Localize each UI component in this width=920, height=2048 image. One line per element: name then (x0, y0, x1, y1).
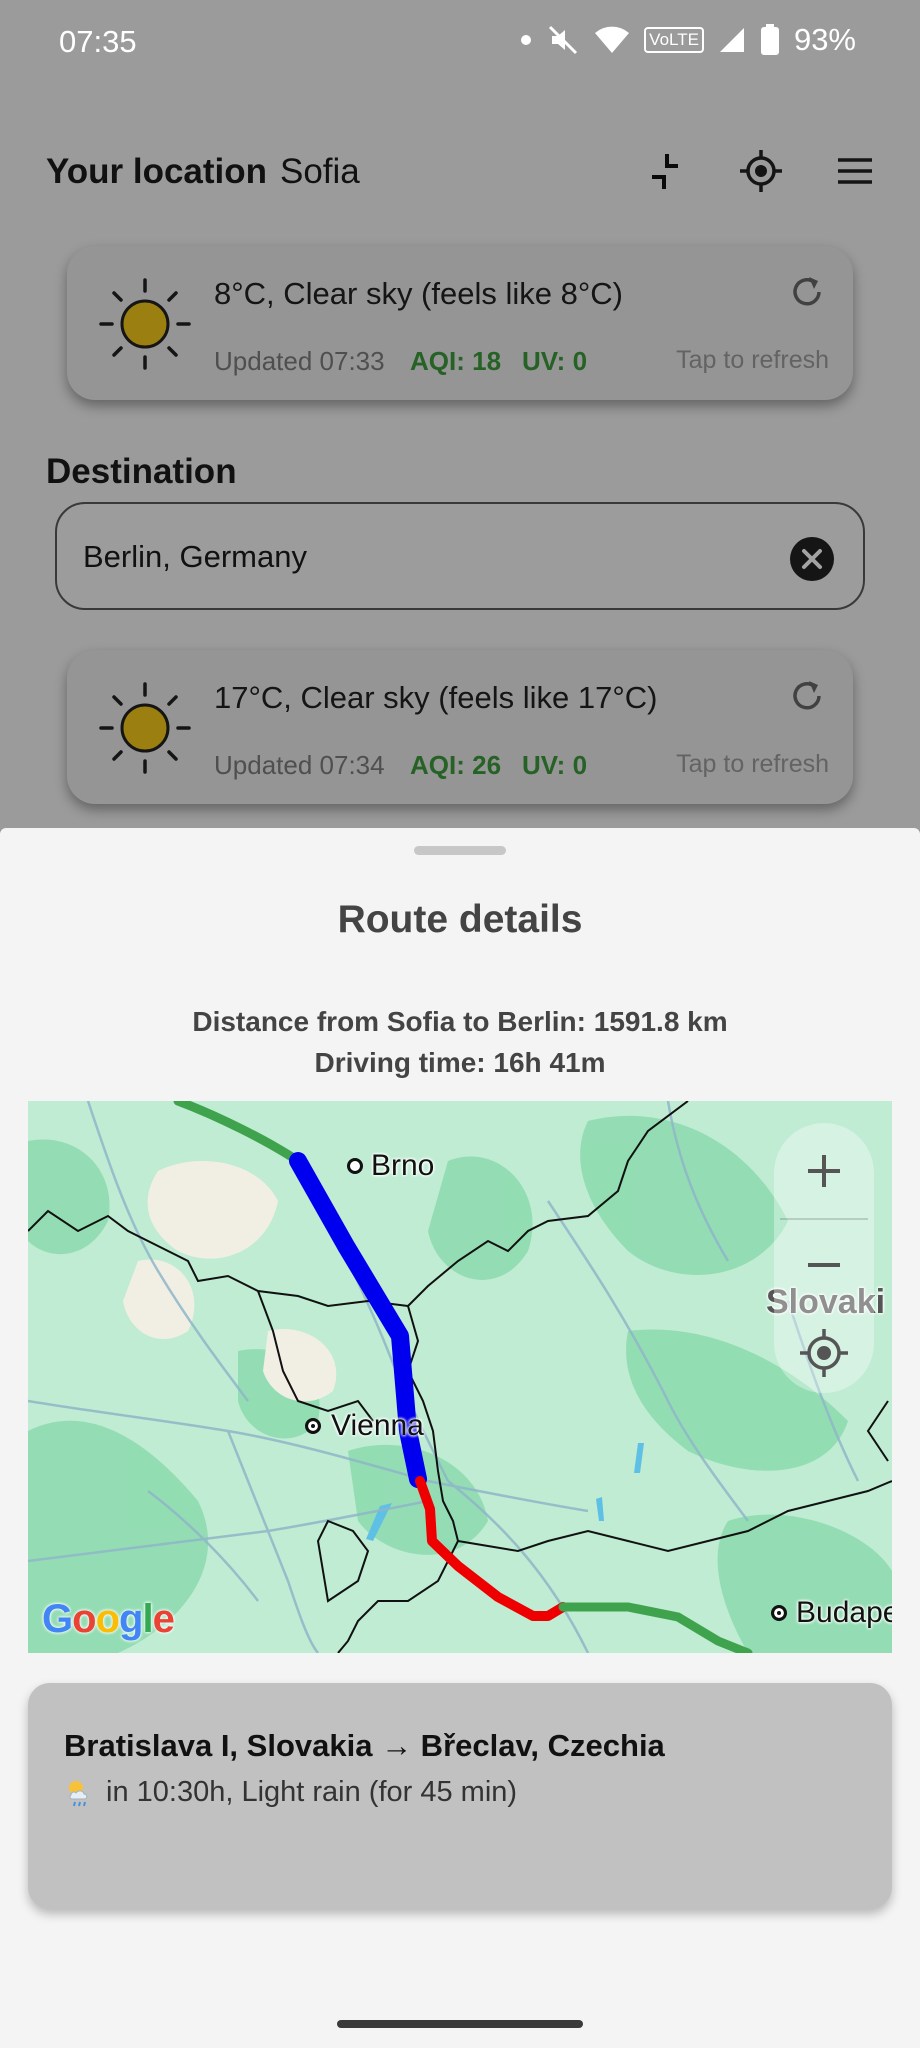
uv-value: UV: 0 (522, 750, 588, 780)
map-label-budapest: Budape (796, 1596, 892, 1629)
segment-route: Bratislava I, Slovakia → Břeclav, Czechi… (64, 1728, 665, 1763)
uv-value: UV: 0 (522, 346, 588, 376)
your-location-label: Your location (46, 152, 268, 191)
signal-icon (719, 28, 744, 52)
main-screen: Your location Sofia 8°C, Clear sky (feel… (0, 0, 920, 830)
clock: 07:35 (59, 24, 137, 59)
map-canvas[interactable] (28, 1101, 892, 1653)
vienna-marker (305, 1418, 321, 1434)
wifi-icon (595, 26, 630, 53)
budapest-marker (771, 1605, 787, 1621)
menu-icon[interactable] (830, 146, 880, 196)
destination-input[interactable]: Berlin, Germany (55, 502, 865, 610)
tap-to-refresh-hint: Tap to refresh (676, 346, 829, 374)
clear-sky-icon (99, 682, 191, 774)
status-bar: 07:35 VoLTE 93% (0, 0, 920, 84)
brno-marker (347, 1158, 363, 1174)
route-segment-card[interactable]: Bratislava I, Slovakia → Břeclav, Czechi… (28, 1683, 892, 1909)
updated-time: Updated 07:34 (214, 750, 385, 780)
location-header: Your location Sofia (46, 146, 876, 196)
notification-dot-icon (521, 35, 532, 45)
locate-icon[interactable] (736, 146, 786, 196)
weather-condition: 17°C, Clear sky (feels like 17°C) (214, 680, 658, 715)
google-logo[interactable]: Google (42, 1597, 175, 1642)
mute-icon (549, 25, 578, 55)
forecast-text: in 10:30h, Light rain (for 45 min) (106, 1776, 518, 1808)
map-controls (774, 1123, 874, 1393)
zoom-divider (780, 1218, 868, 1220)
refresh-icon[interactable] (787, 676, 827, 716)
tap-to-refresh-hint: Tap to refresh (676, 750, 829, 778)
aqi-value: AQI: 26 (410, 750, 502, 780)
gesture-nav-bar[interactable] (337, 2020, 583, 2028)
my-location-button[interactable] (794, 1323, 854, 1383)
zoom-out-button[interactable] (794, 1233, 854, 1293)
updated-time: Updated 07:33 (214, 346, 385, 376)
refresh-icon[interactable] (787, 272, 827, 312)
collapse-icon[interactable] (640, 146, 690, 196)
origin-weather-card[interactable]: 8°C, Clear sky (feels like 8°C) Updated … (67, 246, 853, 400)
driving-time: Driving time: 16h 41m (314, 1047, 606, 1078)
aqi-value: AQI: 18 (410, 346, 502, 376)
route-map[interactable]: Brno Vienna Slovaki Budape Google (28, 1101, 892, 1653)
zoom-in-button[interactable] (794, 1141, 854, 1201)
clear-sky-icon (99, 278, 191, 370)
current-city: Sofia (280, 152, 360, 191)
destination-label: Destination (46, 452, 237, 491)
battery-percentage: 93% (793, 22, 856, 57)
sun-behind-rain-cloud-icon (69, 1780, 88, 1806)
sheet-title: Route details (337, 898, 583, 941)
battery-icon (760, 24, 779, 55)
destination-weather-card[interactable]: 17°C, Clear sky (feels like 17°C) Update… (67, 650, 853, 804)
route-details-sheet: Route details Distance from Sofia to Ber… (0, 828, 920, 2048)
map-label-vienna: Vienna (331, 1409, 424, 1442)
clear-icon[interactable] (789, 536, 835, 582)
weather-condition: 8°C, Clear sky (feels like 8°C) (214, 276, 623, 311)
drag-handle[interactable] (414, 846, 506, 855)
volte-icon: VoLTE (644, 27, 704, 53)
map-label-brno: Brno (371, 1149, 435, 1182)
route-distance: Distance from Sofia to Berlin: 1591.8 km (192, 1006, 728, 1037)
destination-value[interactable]: Berlin, Germany (83, 539, 307, 575)
segment-forecast: in 10:30h, Light rain (for 45 min) (64, 1776, 517, 1809)
